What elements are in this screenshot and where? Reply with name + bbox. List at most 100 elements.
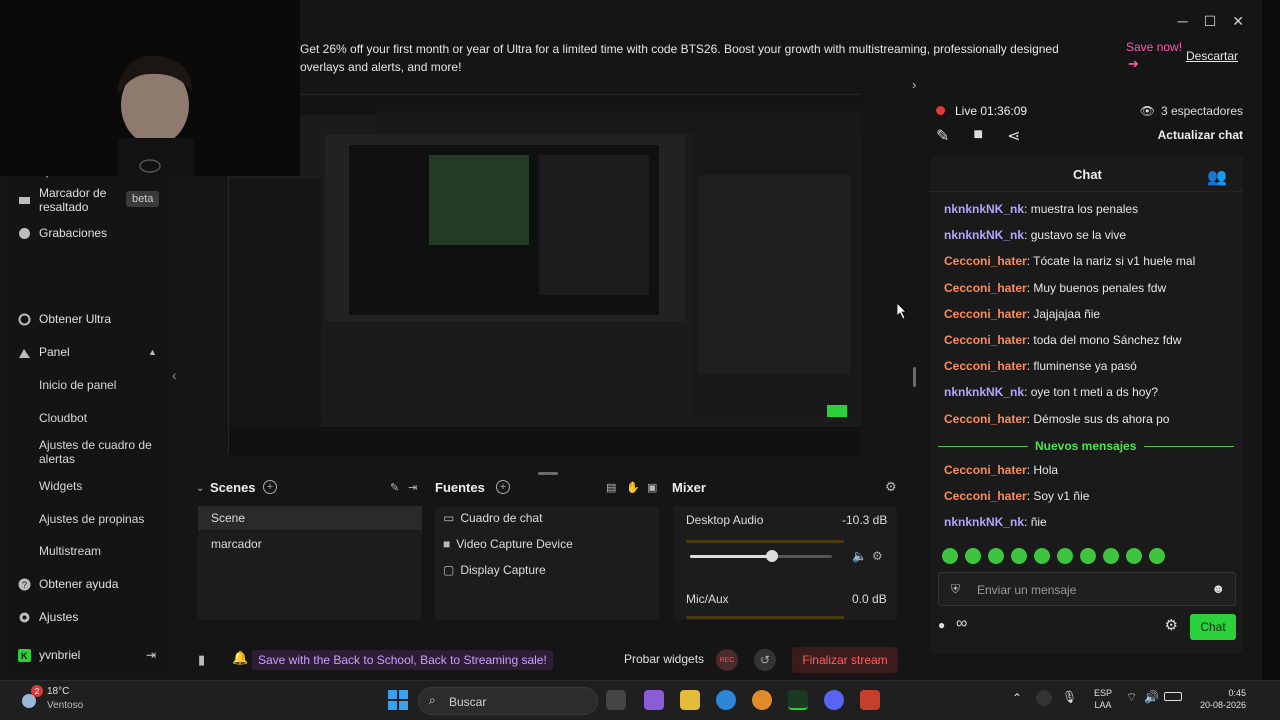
share-icon[interactable]: ⋖ (1007, 126, 1020, 146)
logout-icon[interactable]: ⇥ (146, 648, 156, 662)
mixer-settings-icon[interactable]: ⚙ (885, 479, 897, 495)
users-icon[interactable]: 👥 (1207, 167, 1227, 187)
tray-app-icon[interactable] (1036, 690, 1052, 706)
chat-username[interactable]: Cecconi_hater (944, 281, 1027, 295)
emote-icon[interactable] (1057, 548, 1073, 564)
app-icon[interactable] (860, 690, 880, 710)
chat-username[interactable]: Cecconi_hater (944, 412, 1027, 426)
emote-icon[interactable] (988, 548, 1004, 564)
microphone-icon[interactable]: 🎙 (1062, 690, 1077, 704)
refresh-chat-button[interactable]: Actualizar chat (1158, 128, 1243, 142)
wifi-icon[interactable]: ⌔ (1126, 690, 1137, 705)
emote-icon[interactable] (1080, 548, 1096, 564)
emote-icon[interactable] (1126, 548, 1142, 564)
emote-icon[interactable] (965, 548, 981, 564)
sidebar-item-get-ultra[interactable]: Obtener Ultra (18, 312, 111, 326)
sidebar-item-settings[interactable]: Ajustes (18, 610, 78, 624)
streamlabs-icon[interactable] (788, 690, 808, 710)
dismiss-promo-link[interactable]: Descartar (1186, 49, 1238, 63)
scenes-collapse-icon[interactable]: ⌄ (196, 478, 204, 496)
add-scene-button[interactable]: + (263, 480, 277, 494)
chevron-up-icon[interactable]: ▲ (148, 347, 157, 357)
chat-username[interactable]: nknknkNK_nk (944, 202, 1024, 216)
scene-item[interactable]: Scene (211, 511, 245, 525)
stream-preview[interactable] (228, 94, 861, 455)
resize-handle-vertical[interactable] (913, 367, 916, 387)
taskbar-search[interactable]: ⌕ Buscar (418, 687, 598, 715)
scene-item[interactable]: marcador (211, 537, 262, 551)
copilot-icon[interactable] (644, 690, 664, 710)
test-widgets-button[interactable]: Probar widgets (624, 652, 704, 666)
source-item[interactable]: ▭ Cuadro de chat (443, 511, 542, 525)
weather-temp[interactable]: 18°C (47, 686, 69, 697)
edge-icon[interactable] (716, 690, 736, 710)
file-explorer-icon[interactable] (680, 690, 700, 710)
windows-start-icon[interactable] (388, 690, 408, 710)
sidebar-user[interactable]: K yvnbriel ⇥ (18, 648, 156, 662)
chat-username[interactable]: Cecconi_hater (944, 307, 1027, 321)
end-stream-button[interactable]: Finalizar stream (792, 647, 898, 673)
sale-notification[interactable]: Save with the Back to School, Back to St… (252, 650, 553, 670)
save-now-link[interactable]: Save now! (1126, 40, 1182, 54)
badge-icon[interactable]: ● (938, 618, 945, 632)
sidebar-item-recordings[interactable]: Grabaciones (18, 226, 107, 240)
system-clock[interactable]: 0:45 20-08-2026 (1194, 687, 1246, 711)
infinity-icon[interactable]: ∞ (956, 615, 967, 633)
send-chat-button[interactable]: Chat (1190, 614, 1236, 640)
volume-icon[interactable]: 🔊 (1144, 690, 1159, 704)
arrow-right-icon[interactable]: ➔ (1128, 56, 1139, 72)
source-group-icon[interactable]: ▣ (647, 481, 657, 494)
tray-chevron-icon[interactable]: ⌃ (1012, 691, 1022, 705)
close-button[interactable]: ✕ (1232, 13, 1244, 30)
maximize-button[interactable]: ☐ (1204, 13, 1217, 30)
sidebar-subitem[interactable]: Widgets (39, 479, 82, 493)
collapse-sidebar-button[interactable]: ‹ (172, 367, 177, 383)
source-folder-icon[interactable]: ▤ (606, 481, 616, 494)
chat-username[interactable]: Cecconi_hater (944, 333, 1027, 347)
source-item[interactable]: ■ Video Capture Device (443, 537, 573, 551)
source-item[interactable]: ▢ Display Capture (443, 563, 546, 577)
sidebar-subitem[interactable]: Inicio de panel (39, 378, 116, 392)
source-hide-icon[interactable]: ✋ (626, 481, 640, 494)
sidebar-item-help[interactable]: ? Obtener ayuda (18, 577, 118, 591)
emoji-icon[interactable]: ☻ (1211, 581, 1225, 596)
chat-username[interactable]: Cecconi_hater (944, 254, 1027, 268)
notification-bell-icon[interactable]: 🔔 (232, 650, 248, 666)
edit-stream-icon[interactable]: ✎ (936, 126, 949, 146)
emote-icon[interactable] (1149, 548, 1165, 564)
stats-icon[interactable]: ▮ (198, 652, 205, 668)
camera-icon[interactable]: ■ (973, 126, 983, 146)
sidebar-item-panel[interactable]: Panel ▲ (18, 345, 157, 359)
chat-username[interactable]: nknknkNK_nk (944, 515, 1024, 529)
sidebar-subitem[interactable]: Ajustes de cuadro de alertas (39, 438, 163, 466)
minimize-button[interactable]: ─ (1178, 13, 1188, 30)
record-button[interactable]: REC (716, 649, 738, 671)
transition-icon[interactable]: ⇥ (408, 481, 417, 494)
sidebar-subitem[interactable]: Cloudbot (39, 411, 87, 425)
battery-icon[interactable] (1164, 692, 1182, 701)
emote-icon[interactable] (1034, 548, 1050, 564)
sidebar-item-highlighter[interactable]: Marcador de resaltado (18, 186, 113, 214)
emote-icon[interactable] (1011, 548, 1027, 564)
chat-username[interactable]: Cecconi_hater (944, 463, 1027, 477)
gear-icon[interactable]: ⚙ (872, 549, 883, 563)
weather-desc[interactable]: Ventoso (47, 700, 83, 711)
language-indicator[interactable]: ESP LAA (1094, 687, 1112, 711)
discord-icon[interactable] (824, 690, 844, 710)
sidebar-subitem[interactable]: Ajustes de propinas (39, 512, 144, 526)
chat-username[interactable]: Cecconi_hater (944, 359, 1027, 373)
replay-buffer-icon[interactable]: ↺ (754, 649, 776, 671)
chat-username[interactable]: nknknkNK_nk (944, 228, 1024, 242)
browser-icon[interactable] (752, 690, 772, 710)
emote-icon[interactable] (1103, 548, 1119, 564)
task-view-icon[interactable] (606, 690, 626, 710)
add-source-button[interactable]: + (496, 480, 510, 494)
sidebar-subitem[interactable]: Multistream (39, 544, 101, 558)
chat-message-input[interactable]: ⛨ Enviar un mensaje ☻ (938, 572, 1236, 606)
speaker-icon[interactable]: 🔈 (852, 549, 867, 563)
resize-handle-horizontal[interactable] (538, 472, 558, 475)
chat-username[interactable]: nknknkNK_nk (944, 385, 1024, 399)
gear-icon[interactable]: ⚙ (1165, 616, 1178, 634)
pin-icon[interactable]: ✎ (390, 481, 399, 494)
chat-username[interactable]: Cecconi_hater (944, 489, 1027, 503)
